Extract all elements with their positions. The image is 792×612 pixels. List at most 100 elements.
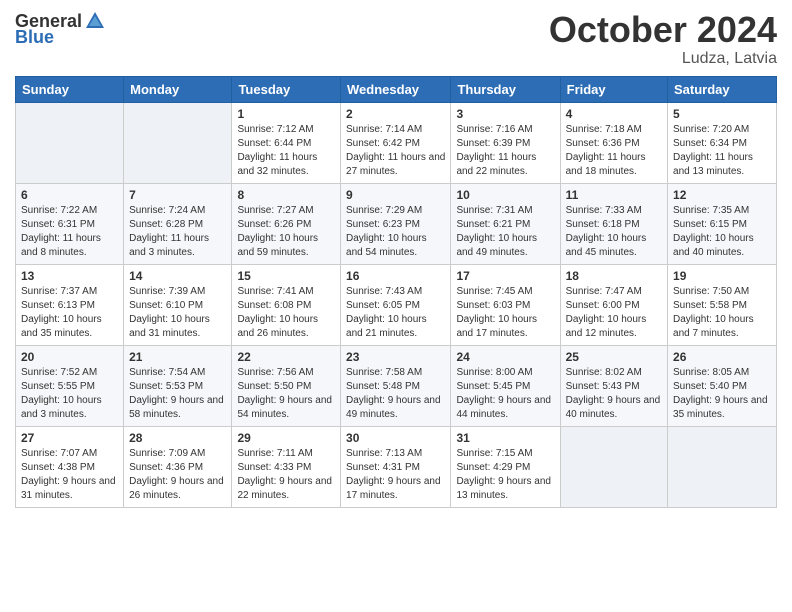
calendar-cell: 26Sunrise: 8:05 AM Sunset: 5:40 PM Dayli…: [668, 345, 777, 426]
calendar-cell: 24 Sunrise: 8:00 AM Sunset: 5:45 PM Dayli…: [451, 345, 560, 426]
day-number: 30: [346, 431, 445, 445]
calendar-week-row: 27 Sunrise: 7:07 AM Sunset: 4:38 PM Dayli…: [16, 426, 777, 507]
day-number: 15: [237, 269, 335, 283]
day-info: Sunrise: 7:11 AM Sunset: 4:33 PM Dayligh…: [237, 447, 335, 503]
day-info: Sunrise: 7:14 AM Sunset: 6:42 PM Dayligh…: [346, 123, 445, 179]
calendar-cell: 25 Sunrise: 8:02 AM Sunset: 5:43 PM Dayli…: [560, 345, 667, 426]
calendar-cell: 22 Sunrise: 7:56 AM Sunset: 5:50 PM Dayli…: [232, 345, 341, 426]
day-info: Sunrise: 7:39 AM Sunset: 6:10 PM Dayligh…: [129, 285, 226, 341]
day-info: Sunrise: 7:37 AM Sunset: 6:13 PM Dayligh…: [21, 285, 118, 341]
day-info: Sunrise: 7:29 AM Sunset: 6:23 PM Dayligh…: [346, 204, 445, 260]
page: General Blue October 2024 Ludza, Latvia …: [0, 0, 792, 523]
month-title: October 2024: [549, 10, 777, 50]
title-area: October 2024 Ludza, Latvia: [549, 10, 777, 68]
day-info: Sunrise: 7:58 AM Sunset: 5:48 PM Dayligh…: [346, 366, 445, 422]
day-number: 4: [566, 107, 662, 121]
calendar-cell: 11 Sunrise: 7:33 AM Sunset: 6:18 PM Dayli…: [560, 183, 667, 264]
day-number: 13: [21, 269, 118, 283]
location: Ludza, Latvia: [549, 50, 777, 68]
calendar-cell: 3 Sunrise: 7:16 AM Sunset: 6:39 PM Daylig…: [451, 102, 560, 183]
calendar-day-header: Monday: [124, 76, 232, 102]
day-number: 23: [346, 350, 445, 364]
calendar-week-row: 6Sunrise: 7:22 AM Sunset: 6:31 PM Daylig…: [16, 183, 777, 264]
calendar-cell: 31Sunrise: 7:15 AM Sunset: 4:29 PM Dayli…: [451, 426, 560, 507]
day-info: Sunrise: 7:13 AM Sunset: 4:31 PM Dayligh…: [346, 447, 445, 503]
calendar-cell: 4 Sunrise: 7:18 AM Sunset: 6:36 PM Daylig…: [560, 102, 667, 183]
calendar-cell: 5 Sunrise: 7:20 AM Sunset: 6:34 PM Daylig…: [668, 102, 777, 183]
calendar-cell: 27 Sunrise: 7:07 AM Sunset: 4:38 PM Dayli…: [16, 426, 124, 507]
calendar-cell: 20Sunrise: 7:52 AM Sunset: 5:55 PM Dayli…: [16, 345, 124, 426]
day-info: Sunrise: 7:56 AM Sunset: 5:50 PM Dayligh…: [237, 366, 335, 422]
day-number: 3: [456, 107, 554, 121]
day-number: 22: [237, 350, 335, 364]
day-number: 9: [346, 188, 445, 202]
calendar-cell: 7 Sunrise: 7:24 AM Sunset: 6:28 PM Daylig…: [124, 183, 232, 264]
day-info: Sunrise: 7:47 AM Sunset: 6:00 PM Dayligh…: [566, 285, 662, 341]
day-number: 27: [21, 431, 118, 445]
day-number: 5: [673, 107, 771, 121]
calendar-cell: [560, 426, 667, 507]
day-number: 28: [129, 431, 226, 445]
day-info: Sunrise: 7:09 AM Sunset: 4:36 PM Dayligh…: [129, 447, 226, 503]
calendar-day-header: Thursday: [451, 76, 560, 102]
header: General Blue October 2024 Ludza, Latvia: [15, 10, 777, 68]
calendar-cell: [16, 102, 124, 183]
calendar-cell: [668, 426, 777, 507]
day-info: Sunrise: 8:02 AM Sunset: 5:43 PM Dayligh…: [566, 366, 662, 422]
calendar-cell: 15Sunrise: 7:41 AM Sunset: 6:08 PM Dayli…: [232, 264, 341, 345]
calendar-day-header: Tuesday: [232, 76, 341, 102]
calendar-cell: 21 Sunrise: 7:54 AM Sunset: 5:53 PM Dayli…: [124, 345, 232, 426]
day-info: Sunrise: 7:16 AM Sunset: 6:39 PM Dayligh…: [456, 123, 554, 179]
calendar-cell: 6Sunrise: 7:22 AM Sunset: 6:31 PM Daylig…: [16, 183, 124, 264]
calendar-cell: [124, 102, 232, 183]
calendar-cell: 9 Sunrise: 7:29 AM Sunset: 6:23 PM Daylig…: [341, 183, 451, 264]
calendar-cell: 29 Sunrise: 7:11 AM Sunset: 4:33 PM Dayli…: [232, 426, 341, 507]
day-number: 21: [129, 350, 226, 364]
day-number: 12: [673, 188, 771, 202]
day-number: 8: [237, 188, 335, 202]
calendar-cell: 14 Sunrise: 7:39 AM Sunset: 6:10 PM Dayli…: [124, 264, 232, 345]
calendar-cell: 30 Sunrise: 7:13 AM Sunset: 4:31 PM Dayli…: [341, 426, 451, 507]
day-number: 14: [129, 269, 226, 283]
day-info: Sunrise: 7:31 AM Sunset: 6:21 PM Dayligh…: [456, 204, 554, 260]
calendar-cell: 13 Sunrise: 7:37 AM Sunset: 6:13 PM Dayli…: [16, 264, 124, 345]
day-info: Sunrise: 7:18 AM Sunset: 6:36 PM Dayligh…: [566, 123, 662, 179]
day-number: 2: [346, 107, 445, 121]
day-info: Sunrise: 8:05 AM Sunset: 5:40 PM Dayligh…: [673, 366, 771, 422]
day-number: 20: [21, 350, 118, 364]
day-info: Sunrise: 7:43 AM Sunset: 6:05 PM Dayligh…: [346, 285, 445, 341]
day-info: Sunrise: 7:22 AM Sunset: 6:31 PM Dayligh…: [21, 204, 118, 260]
calendar-day-header: Sunday: [16, 76, 124, 102]
calendar-day-header: Wednesday: [341, 76, 451, 102]
day-info: Sunrise: 7:54 AM Sunset: 5:53 PM Dayligh…: [129, 366, 226, 422]
day-number: 19: [673, 269, 771, 283]
day-info: Sunrise: 8:00 AM Sunset: 5:45 PM Dayligh…: [456, 366, 554, 422]
day-info: Sunrise: 7:27 AM Sunset: 6:26 PM Dayligh…: [237, 204, 335, 260]
calendar-week-row: 20Sunrise: 7:52 AM Sunset: 5:55 PM Dayli…: [16, 345, 777, 426]
day-number: 17: [456, 269, 554, 283]
day-number: 10: [456, 188, 554, 202]
day-number: 11: [566, 188, 662, 202]
day-number: 7: [129, 188, 226, 202]
day-number: 29: [237, 431, 335, 445]
day-number: 25: [566, 350, 662, 364]
calendar-cell: 18Sunrise: 7:47 AM Sunset: 6:00 PM Dayli…: [560, 264, 667, 345]
calendar-cell: 1Sunrise: 7:12 AM Sunset: 6:44 PM Daylig…: [232, 102, 341, 183]
calendar-cell: 19 Sunrise: 7:50 AM Sunset: 5:58 PM Dayli…: [668, 264, 777, 345]
day-info: Sunrise: 7:15 AM Sunset: 4:29 PM Dayligh…: [456, 447, 554, 503]
calendar-cell: 2 Sunrise: 7:14 AM Sunset: 6:42 PM Daylig…: [341, 102, 451, 183]
calendar-day-header: Friday: [560, 76, 667, 102]
calendar-cell: 10 Sunrise: 7:31 AM Sunset: 6:21 PM Dayli…: [451, 183, 560, 264]
calendar-cell: 17Sunrise: 7:45 AM Sunset: 6:03 PM Dayli…: [451, 264, 560, 345]
day-info: Sunrise: 7:35 AM Sunset: 6:15 PM Dayligh…: [673, 204, 771, 260]
day-info: Sunrise: 7:24 AM Sunset: 6:28 PM Dayligh…: [129, 204, 226, 260]
calendar-week-row: 13 Sunrise: 7:37 AM Sunset: 6:13 PM Dayli…: [16, 264, 777, 345]
day-info: Sunrise: 7:33 AM Sunset: 6:18 PM Dayligh…: [566, 204, 662, 260]
day-info: Sunrise: 7:07 AM Sunset: 4:38 PM Dayligh…: [21, 447, 118, 503]
calendar-cell: 16Sunrise: 7:43 AM Sunset: 6:05 PM Dayli…: [341, 264, 451, 345]
day-info: Sunrise: 7:50 AM Sunset: 5:58 PM Dayligh…: [673, 285, 771, 341]
calendar-header-row: SundayMondayTuesdayWednesdayThursdayFrid…: [16, 76, 777, 102]
day-number: 24: [456, 350, 554, 364]
day-info: Sunrise: 7:12 AM Sunset: 6:44 PM Dayligh…: [237, 123, 335, 179]
day-info: Sunrise: 7:20 AM Sunset: 6:34 PM Dayligh…: [673, 123, 771, 179]
